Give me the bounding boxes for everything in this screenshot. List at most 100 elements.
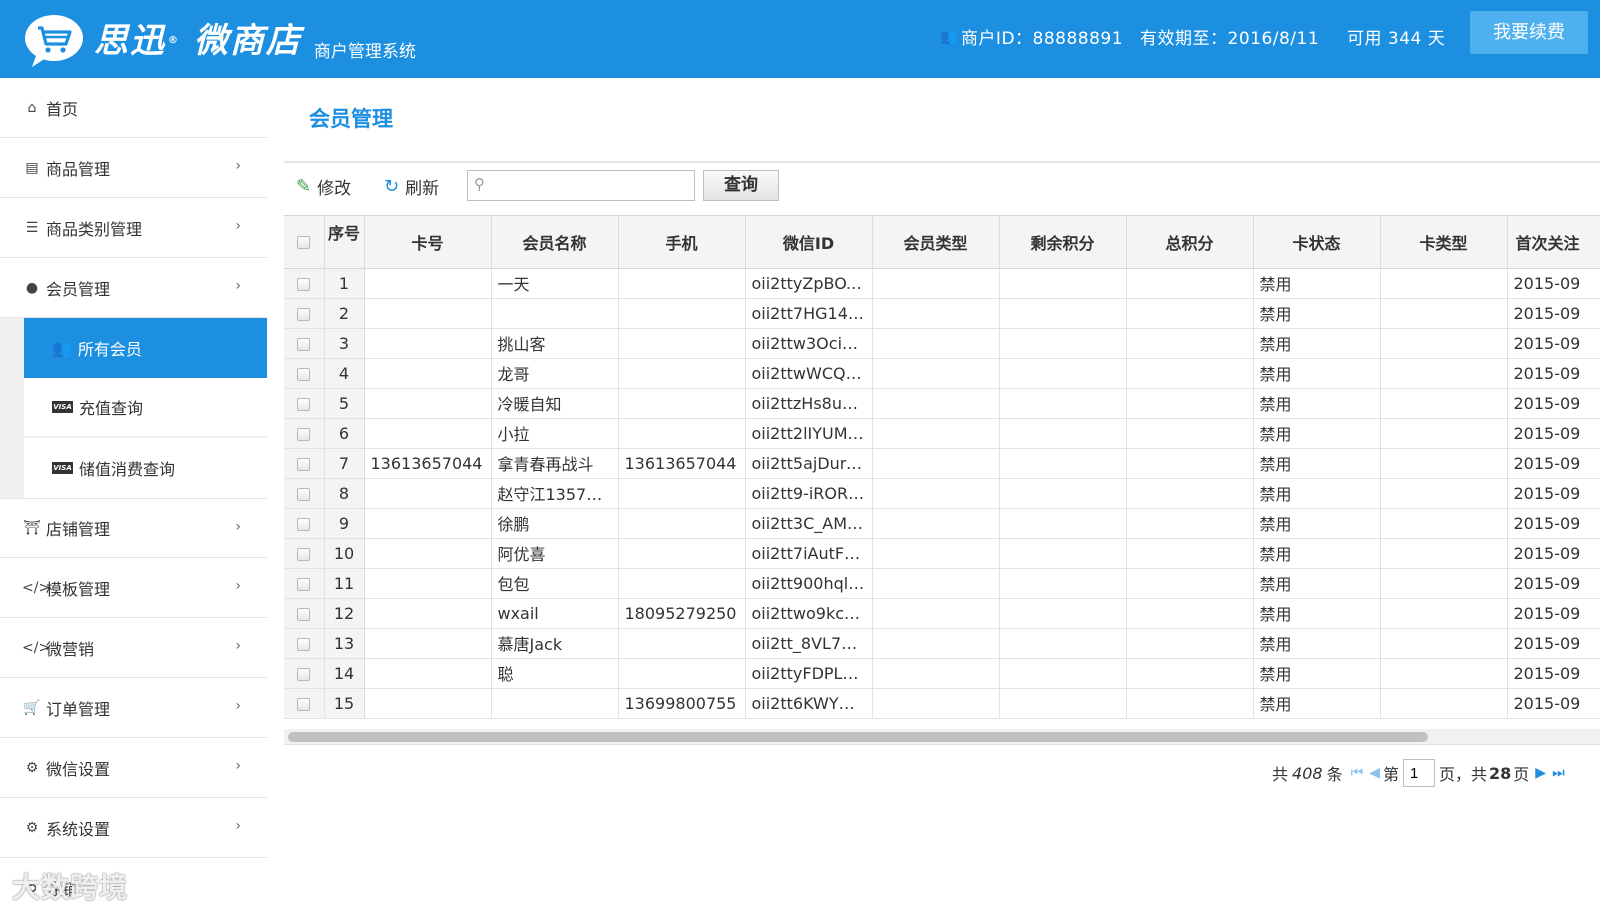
table-cell-name: 挑山客 xyxy=(491,328,619,359)
row-checkbox[interactable] xyxy=(284,658,325,689)
table-row[interactable]: 2 oii2tt7HG14… 禁用 2015-09 xyxy=(284,298,1600,329)
column-header[interactable]: 会员类型 xyxy=(872,216,1000,269)
table-row[interactable]: 13 慕唐Jack oii2tt_8VL7v… 禁用 2015-09 xyxy=(284,628,1600,659)
refresh-button[interactable]: ↻ 刷新 xyxy=(384,172,439,200)
table-row[interactable]: 6 小拉 oii2tt2lIYUM… 禁用 2015-09 xyxy=(284,418,1600,449)
table-row[interactable]: 14 聪 oii2ttyFDPLQ… 禁用 2015-09 xyxy=(284,658,1600,689)
table-row[interactable]: 4 龙哥 oii2ttwWCQY… 禁用 2015-09 xyxy=(284,358,1600,389)
sidebar-item-template[interactable]: </> 模板管理 › xyxy=(0,558,267,618)
last-page-icon[interactable]: ⏭ xyxy=(1552,765,1565,781)
table-cell-no: 7 xyxy=(324,448,365,479)
total-count: 408 xyxy=(1292,763,1323,783)
horizontal-scrollbar[interactable] xyxy=(284,729,1600,745)
table-cell-first: 2015-09 xyxy=(1507,688,1600,719)
search-icon: ⚲ xyxy=(474,175,485,193)
table-cell-total xyxy=(1126,658,1254,689)
sidebar-item-marketing[interactable]: </> 微营销 › xyxy=(0,618,267,678)
row-checkbox[interactable] xyxy=(284,268,325,299)
scrollbar-thumb[interactable] xyxy=(288,732,1428,742)
first-page-icon[interactable]: ⏮ xyxy=(1351,765,1364,781)
watermark: 大数跨境 xyxy=(12,871,129,904)
column-header[interactable]: 卡号 xyxy=(364,216,492,269)
sidebar-item-wechat-settings[interactable]: ⚙ 微信设置 › xyxy=(0,738,267,798)
row-checkbox[interactable] xyxy=(284,448,325,479)
renew-button[interactable]: 我要续费 xyxy=(1470,11,1588,54)
table-cell-remain xyxy=(999,628,1127,659)
table-cell-wechat: oii2ttzHs8uc… xyxy=(745,388,873,419)
row-checkbox[interactable] xyxy=(284,628,325,659)
pagination: 共 408 条 ⏮ ◀ 第 页，共 28 页 ▶ ⏭ xyxy=(1272,758,1568,788)
row-checkbox[interactable] xyxy=(284,328,325,359)
table-row[interactable]: 11 包包 oii2tt900hql… 禁用 2015-09 xyxy=(284,568,1600,599)
table-cell-ctype xyxy=(1380,538,1508,569)
row-checkbox[interactable] xyxy=(284,298,325,329)
column-header[interactable]: 手机 xyxy=(618,216,746,269)
sidebar-item-system-settings[interactable]: ⚙ 系统设置 › xyxy=(0,798,267,858)
table-cell-first: 2015-09 xyxy=(1507,568,1600,599)
users-icon: 👥 xyxy=(940,28,958,45)
table-cell-status: 禁用 xyxy=(1253,538,1381,569)
table-row[interactable]: 9 徐鹏 oii2tt3C_AM… 禁用 2015-09 xyxy=(284,508,1600,539)
column-header[interactable]: 首次关注 xyxy=(1507,216,1600,269)
table-row[interactable]: 1 一天 oii2ttyZpBOX… 禁用 2015-09 xyxy=(284,268,1600,299)
row-checkbox[interactable] xyxy=(284,358,325,389)
sidebar-item-members[interactable]: ● 会员管理 › xyxy=(0,258,267,318)
table-row[interactable]: 3 挑山客 oii2ttw3OciO… 禁用 2015-09 xyxy=(284,328,1600,359)
sidebar-item-orders[interactable]: 🛒 订单管理 › xyxy=(0,678,267,738)
table-cell-name: 冷暖自知 xyxy=(491,388,619,419)
column-header[interactable]: 卡状态 xyxy=(1253,216,1381,269)
sidebar-subitem-recharge-query[interactable]: VISA 充值查询 xyxy=(24,378,267,436)
sidebar-item-goods-category[interactable]: ☰ 商品类别管理 › xyxy=(0,198,267,258)
table-row[interactable]: 10 阿优喜 oii2tt7iAutF1… 禁用 2015-09 xyxy=(284,538,1600,569)
query-button[interactable]: 查询 xyxy=(703,170,779,201)
table-cell-no: 2 xyxy=(324,298,365,329)
table-cell-status: 禁用 xyxy=(1253,388,1381,419)
sidebar-subitem-all-members[interactable]: 👥 所有会员 xyxy=(24,318,267,378)
row-checkbox[interactable] xyxy=(284,598,325,629)
column-header[interactable]: 剩余积分 xyxy=(999,216,1127,269)
logo: 思迅 ® 微商店 商户管理系统 xyxy=(24,10,416,68)
sidebar-item-store[interactable]: ⛩ 店铺管理 › xyxy=(0,498,267,558)
table-row[interactable]: 8 赵守江13574… oii2tt9-iROR… 禁用 2015-09 xyxy=(284,478,1600,509)
search-input[interactable] xyxy=(496,173,688,198)
table-row[interactable]: 5 冷暖自知 oii2ttzHs8uc… 禁用 2015-09 xyxy=(284,388,1600,419)
table-cell-total xyxy=(1126,568,1254,599)
table-cell-ctype xyxy=(1380,688,1508,719)
days-available: 可用 344 天 xyxy=(1347,29,1446,49)
row-checkbox[interactable] xyxy=(284,568,325,599)
prev-page-icon[interactable]: ◀ xyxy=(1369,765,1380,781)
table-cell-mtype xyxy=(872,358,1000,389)
table-cell-wechat: oii2tt900hql… xyxy=(745,568,873,599)
column-header[interactable]: 会员名称 xyxy=(491,216,619,269)
table-row[interactable]: 15 13699800755 oii2tt6KWYB… 禁用 2015-09 xyxy=(284,688,1600,719)
sidebar-item-goods[interactable]: ▤ 商品管理 › xyxy=(0,138,267,198)
row-checkbox[interactable] xyxy=(284,538,325,569)
table-cell-ctype xyxy=(1380,448,1508,479)
next-page-icon[interactable]: ▶ xyxy=(1535,765,1546,781)
table-cell-mtype xyxy=(872,538,1000,569)
table-cell-name: 龙哥 xyxy=(491,358,619,389)
column-header[interactable]: 卡类型 xyxy=(1380,216,1508,269)
select-all-checkbox[interactable] xyxy=(284,216,325,269)
table-cell-ctype xyxy=(1380,568,1508,599)
row-checkbox[interactable] xyxy=(284,418,325,449)
row-checkbox[interactable] xyxy=(284,388,325,419)
row-checkbox[interactable] xyxy=(284,688,325,719)
row-checkbox[interactable] xyxy=(284,478,325,509)
sidebar-item-home[interactable]: ⌂ 首页 xyxy=(0,78,267,138)
table-cell-ctype xyxy=(1380,268,1508,299)
page-number-input[interactable] xyxy=(1402,759,1435,787)
row-checkbox[interactable] xyxy=(284,508,325,539)
edit-button[interactable]: ✎ 修改 xyxy=(296,172,351,200)
table-cell-ctype xyxy=(1380,328,1508,359)
table-header-row: 序号 卡号 会员名称 手机 微信ID 会员类型 剩余积分 总积分 卡状态 卡类型… xyxy=(284,216,1600,269)
column-header[interactable]: 总积分 xyxy=(1126,216,1254,269)
table-cell-first: 2015-09 xyxy=(1507,358,1600,389)
system-subtitle: 商户管理系统 xyxy=(313,42,416,62)
table-cell-status: 禁用 xyxy=(1253,448,1381,479)
table-row[interactable]: 7 13613657044 拿青春再战斗 13613657044 oii2tt5ajDu… xyxy=(284,448,1600,479)
table-row[interactable]: 12 wxail 18095279250 oii2ttwo9kc3… 禁用 2015-09 xyxy=(284,598,1600,629)
table-cell-wechat: oii2tt2lIYUM… xyxy=(745,418,873,449)
sidebar-subitem-stored-value-query[interactable]: VISA 储值消费查询 xyxy=(24,438,267,498)
column-header[interactable]: 微信ID xyxy=(745,216,873,269)
